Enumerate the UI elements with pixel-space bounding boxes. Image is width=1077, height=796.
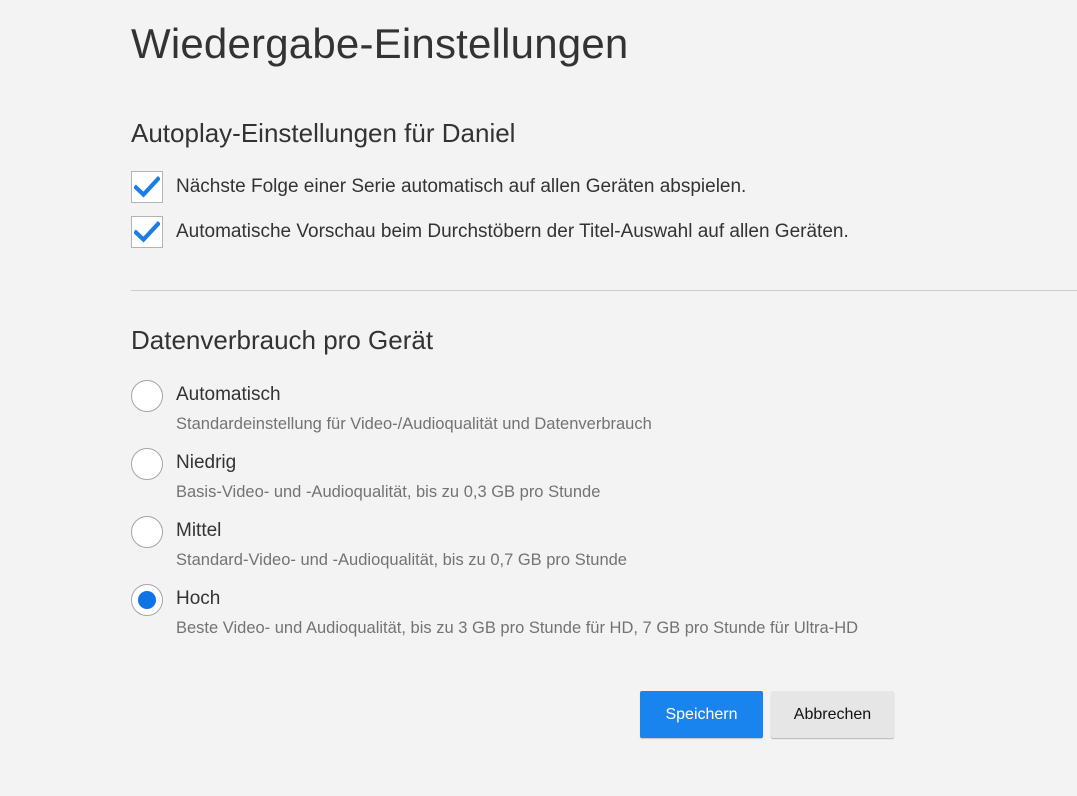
checkmark-icon (134, 176, 160, 198)
checkmark-icon (134, 221, 160, 243)
checkbox-box[interactable] (131, 171, 163, 203)
radio-option-label[interactable]: Automatisch (176, 384, 281, 406)
playback-settings-page: Wiedergabe-Einstellungen Autoplay-Einste… (0, 0, 1077, 796)
radio-button[interactable] (131, 448, 163, 480)
autoplay-next-episode-checkbox[interactable]: Nächste Folge einer Serie automatisch au… (131, 170, 746, 204)
autoplay-section-title: Autoplay-Einstellungen für Daniel (131, 118, 516, 148)
radio-selected-dot (138, 591, 156, 609)
radio-option-label[interactable]: Hoch (176, 588, 220, 610)
section-divider (131, 290, 1077, 291)
cancel-button[interactable]: Abbrechen (771, 691, 894, 738)
autoplay-previews-label[interactable]: Automatische Vorschau beim Durchstöbern … (176, 221, 849, 243)
radio-option-description: Standard-Video- und -Audioqualität, bis … (176, 551, 627, 569)
checkbox-box[interactable] (131, 216, 163, 248)
radio-option-label[interactable]: Mittel (176, 520, 221, 542)
autoplay-previews-checkbox[interactable]: Automatische Vorschau beim Durchstöbern … (131, 215, 849, 249)
radio-button-selected[interactable] (131, 584, 163, 616)
radio-option-description: Beste Video- und Audioqualität, bis zu 3… (176, 619, 859, 637)
page-title: Wiedergabe-Einstellungen (131, 20, 629, 67)
radio-button[interactable] (131, 380, 163, 412)
radio-option-label[interactable]: Niedrig (176, 452, 236, 474)
save-button[interactable]: Speichern (640, 691, 763, 738)
autoplay-next-episode-label[interactable]: Nächste Folge einer Serie automatisch au… (176, 176, 746, 198)
data-usage-section-title: Datenverbrauch pro Gerät (131, 325, 434, 355)
radio-option-description: Standardeinstellung für Video-/Audioqual… (176, 415, 652, 433)
radio-button[interactable] (131, 516, 163, 548)
radio-option-description: Basis-Video- und -Audioqualität, bis zu … (176, 483, 601, 501)
